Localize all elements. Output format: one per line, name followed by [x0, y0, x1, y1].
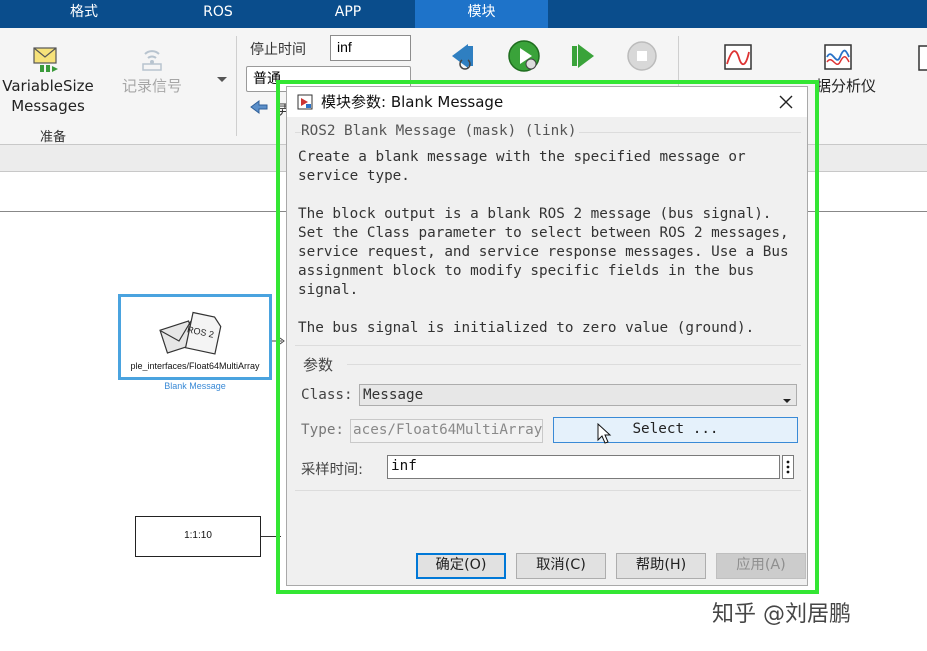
group-line: [295, 490, 801, 491]
menu-bar: 格式 ROS APP 模块: [0, 0, 927, 28]
group-line: [579, 132, 801, 133]
data-inspector-button[interactable]: [822, 42, 854, 74]
prepare-section-label: 准备: [40, 130, 67, 145]
toolstrip-separator: [236, 36, 237, 136]
type-label: Type:: [301, 422, 345, 438]
block-params-icon: [297, 94, 313, 110]
block-parameters-dialog: 模块参数: Blank Message ROS2 Blank Message (…: [286, 86, 808, 586]
stop-button[interactable]: [624, 38, 660, 74]
blank-message-block[interactable]: ROS 2 ple_interfaces/Float64MultiArray: [118, 294, 272, 380]
step-back-button[interactable]: [444, 38, 480, 74]
type-field: aces/Float64MultiArray: [350, 419, 543, 443]
run-icon: [508, 40, 540, 72]
dialog-header: ROS2 Blank Message (mask) (link): [301, 123, 577, 139]
scope-icon: [724, 44, 752, 70]
dialog-description: Create a blank message with the specifie…: [298, 149, 789, 336]
group-line: [347, 364, 801, 365]
apply-button[interactable]: 应用(A): [716, 553, 806, 579]
tab-block[interactable]: 模块: [415, 0, 548, 28]
blank-block-type-text: ple_interfaces/Float64MultiArray: [130, 361, 260, 371]
chevron-down-icon: [782, 391, 792, 411]
run-button[interactable]: [506, 38, 542, 74]
class-select-value: Message: [363, 387, 424, 403]
class-label: Class:: [301, 387, 353, 403]
select-type-button[interactable]: Select ...: [553, 417, 798, 443]
help-button[interactable]: 帮助(H): [616, 553, 706, 579]
record-signal-button[interactable]: 记录信号: [112, 40, 192, 100]
dialog-title: 模块参数: Blank Message: [321, 93, 504, 111]
close-icon[interactable]: [777, 93, 795, 111]
tab-format[interactable]: 格式: [42, 0, 126, 28]
sample-time-label: 采样时间:: [301, 462, 364, 478]
data-inspector-icon: [824, 44, 852, 70]
sample-time-input[interactable]: inf: [387, 455, 780, 479]
step-back-icon: [452, 44, 473, 70]
wireless-signal-icon: [137, 44, 167, 72]
blank-block-caption: Blank Message: [164, 381, 226, 391]
cancel-button[interactable]: 取消(C): [516, 553, 606, 579]
tab-ros[interactable]: ROS: [176, 0, 260, 28]
tab-app[interactable]: APP: [306, 0, 390, 28]
scope-button[interactable]: [722, 42, 754, 74]
stop-icon: [627, 41, 657, 71]
variable-size-messages-button[interactable]: VariableSize Messages: [2, 40, 94, 120]
variable-size-messages-icon: [32, 44, 60, 74]
variable-size-label-1: VariableSize: [2, 77, 94, 95]
watermark: 知乎 @刘居鹏: [712, 602, 851, 627]
step-forward-button[interactable]: [566, 38, 602, 74]
counter-block-text: 1:1:10: [184, 530, 212, 541]
fast-restart-icon[interactable]: [249, 98, 269, 116]
group-line: [295, 345, 801, 346]
counter-block[interactable]: 1:1:10: [135, 516, 261, 557]
step-forward-icon: [572, 44, 594, 68]
stop-time-label: 停止时间: [250, 42, 306, 58]
params-group-label: 参数: [303, 356, 334, 374]
more-options-icon[interactable]: [782, 455, 794, 479]
class-select[interactable]: Message: [359, 384, 797, 406]
group-line: [295, 132, 301, 133]
ok-button[interactable]: 确定(O): [416, 553, 506, 579]
dialog-titlebar: 模块参数: Blank Message: [287, 87, 807, 117]
chevron-down-icon[interactable]: [214, 72, 230, 86]
record-signal-label: 记录信号: [121, 77, 182, 95]
stop-time-input[interactable]: inf: [330, 35, 411, 61]
mouse-cursor-icon: [597, 422, 613, 445]
partial-tool-icon[interactable]: [916, 42, 927, 74]
variable-size-label-2: Messages: [11, 97, 85, 115]
